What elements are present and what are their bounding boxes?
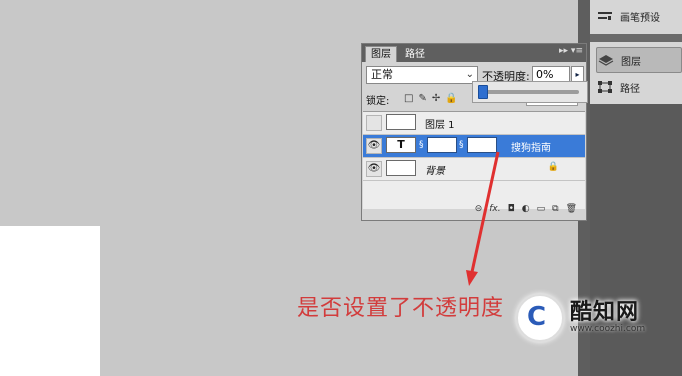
coozhi-logo-icon: C xyxy=(516,294,564,342)
watermark-brand: 酷知网 xyxy=(570,300,640,325)
arrow-head xyxy=(466,270,478,286)
watermark-url: www.coozhi.com xyxy=(570,324,646,334)
arrow-shaft xyxy=(470,151,500,273)
watermark: C 酷知网 www.coozhi.com xyxy=(506,288,676,348)
annotation-caption: 是否设置了不透明度 xyxy=(297,296,505,321)
